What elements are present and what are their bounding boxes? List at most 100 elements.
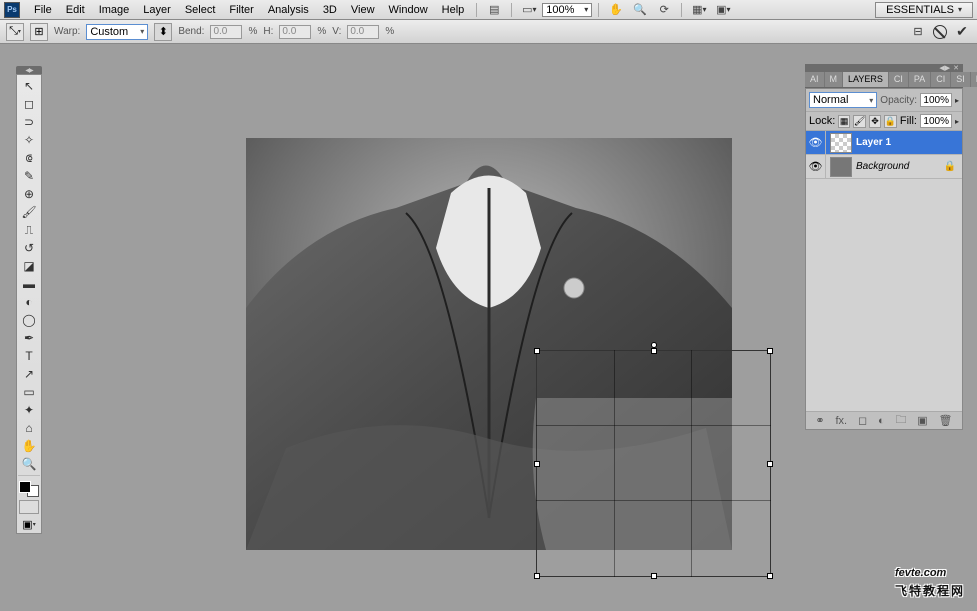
transform-icon[interactable]: ⤡▾ [6,23,24,41]
menu-bar: Ps File Edit Image Layer Select Filter A… [0,0,977,20]
tab-layers[interactable]: LAYERS [843,72,889,87]
blend-mode-select[interactable]: Normal▾ [809,92,877,108]
zoom-icon[interactable]: 🔍 [631,2,649,18]
magic-wand-tool[interactable]: ✧ [18,131,40,149]
layer-name[interactable]: Background [856,161,909,172]
menu-help[interactable]: Help [436,2,471,18]
layer-style-icon[interactable]: fx. [835,415,847,427]
v-label: V: [332,26,341,37]
fill-label: Fill: [900,115,917,127]
zoom-tool[interactable]: 🔍 [18,455,40,473]
bridge-icon[interactable]: ▤ [485,2,503,18]
panel-tabs: AI M LAYERS CI PA CI SI NI HI [805,72,963,88]
visibility-toggle[interactable]: 👁 [806,155,826,178]
pen-tool[interactable]: ✒ [18,329,40,347]
opacity-field[interactable] [920,93,952,107]
lock-transparency-icon[interactable]: ▦ [838,115,850,128]
tab-adjustments[interactable]: AI [805,72,825,87]
layer-thumbnail[interactable] [830,133,852,153]
menu-window[interactable]: Window [383,2,434,18]
3d-tool[interactable]: ✦ [18,401,40,419]
tools-collapse-tab[interactable] [16,66,42,74]
warp-style-select[interactable]: Custom▾ [86,24,148,40]
menu-analysis[interactable]: Analysis [262,2,315,18]
menu-layer[interactable]: Layer [137,2,177,18]
hand-icon[interactable]: ✋ [607,2,625,18]
marquee-tool[interactable]: ◻ [18,95,40,113]
panel-titlebar[interactable]: ◀▶✕ [805,64,963,72]
3d-camera-tool[interactable]: ⌂ [18,419,40,437]
path-select-tool[interactable]: ↗ [18,365,40,383]
cancel-transform-icon[interactable] [931,23,949,41]
right-panels: ◀▶✕ AI M LAYERS CI PA CI SI NI HI Normal… [805,64,963,430]
visibility-toggle[interactable]: 👁 [806,131,826,154]
blur-tool[interactable]: ◐ [18,293,40,311]
menu-edit[interactable]: Edit [60,2,91,18]
tab-extra3[interactable]: NI [971,72,977,87]
menu-image[interactable]: Image [93,2,136,18]
quick-mask-toggle[interactable] [19,500,39,514]
warp-switch-icon[interactable]: ⊞ [30,23,48,41]
history-brush-tool[interactable]: ↺ [18,239,40,257]
link-layers-icon[interactable]: ⚭ [815,414,824,427]
warp-mesh-icon[interactable]: ⊟ [909,23,927,41]
view-extras-icon[interactable]: ▭▾ [520,2,538,18]
tab-channels[interactable]: CI [889,72,909,87]
dodge-tool[interactable]: ◯ [18,311,40,329]
brush-tool[interactable]: 🖌 [18,203,40,221]
menu-3d[interactable]: 3D [317,2,343,18]
bend-label: Bend: [178,26,204,37]
gradient-tool[interactable]: ▬ [18,275,40,293]
layer-mask-icon[interactable]: ◻ [858,414,867,427]
lock-icon: 🔒 [944,161,956,172]
color-swatch[interactable] [19,481,39,497]
adjustment-layer-icon[interactable]: ◐ [878,415,885,427]
fill-flyout-icon[interactable]: ▸ [955,117,959,126]
h-field [279,25,311,39]
delete-layer-icon[interactable]: 🗑 [939,414,953,427]
layer-row[interactable]: 👁 Layer 1 [806,131,962,155]
opacity-flyout-icon[interactable]: ▸ [955,96,959,105]
screen-mode-toggle[interactable]: ▣▾ [19,517,39,531]
warp-orientation-icon[interactable]: ⬍ [154,23,172,41]
commit-transform-icon[interactable]: ✔ [953,23,971,41]
crop-tool[interactable]: ⟃ [18,149,40,167]
menu-view[interactable]: View [345,2,381,18]
menu-file[interactable]: File [28,2,58,18]
menu-filter[interactable]: Filter [223,2,259,18]
arrange-icon[interactable]: ▦▾ [690,2,708,18]
layer-thumbnail[interactable] [830,157,852,177]
fill-field[interactable] [920,114,952,128]
layer-row[interactable]: 👁 Background 🔒 [806,155,962,179]
warp-label: Warp: [54,26,80,37]
workspace-switcher[interactable]: ESSENTIALS▾ [875,2,973,18]
layer-name[interactable]: Layer 1 [856,137,891,148]
eyedropper-tool[interactable]: ✎ [18,167,40,185]
tab-extra1[interactable]: CI [931,72,951,87]
lasso-tool[interactable]: ⊃ [18,113,40,131]
hand-tool[interactable]: ✋ [18,437,40,455]
v-field [347,25,379,39]
tab-paths[interactable]: PA [909,72,931,87]
lock-label: Lock: [809,115,835,127]
lock-position-icon[interactable]: ✥ [869,115,881,128]
opacity-label: Opacity: [880,95,917,106]
eraser-tool[interactable]: ◪ [18,257,40,275]
canvas-document[interactable] [246,138,732,550]
move-tool[interactable]: ↖ [18,77,40,95]
type-tool[interactable]: T [18,347,40,365]
tab-extra2[interactable]: SI [951,72,971,87]
stamp-tool[interactable]: ⎍ [18,221,40,239]
rotate-view-icon[interactable]: ⟳ [655,2,673,18]
healing-tool[interactable]: ⊕ [18,185,40,203]
lock-all-icon[interactable]: 🔒 [884,115,897,128]
group-icon[interactable]: 🗀 [895,411,906,430]
screen-mode-icon[interactable]: ▣▾ [714,2,732,18]
tab-masks[interactable]: M [825,72,844,87]
shape-tool[interactable]: ▭ [18,383,40,401]
new-layer-icon[interactable]: ▣ [917,414,927,427]
menu-select[interactable]: Select [179,2,222,18]
zoom-level[interactable]: 100%▾ [542,3,592,17]
layers-footer: ⚭ fx. ◻ ◐ 🗀 ▣ 🗑 [806,411,962,429]
lock-pixels-icon[interactable]: 🖌 [853,115,866,128]
